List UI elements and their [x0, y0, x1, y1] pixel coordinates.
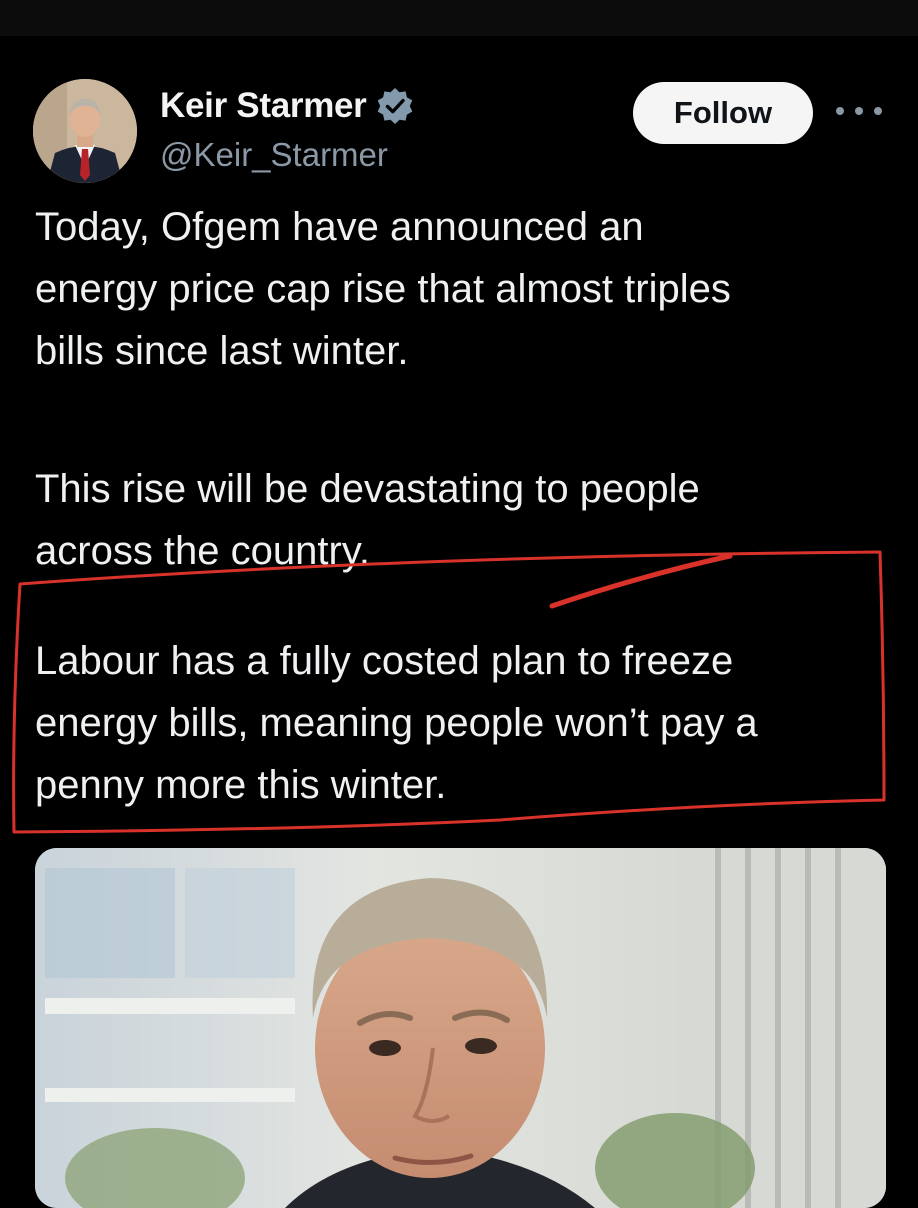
verified-badge-icon	[375, 86, 415, 126]
follow-button[interactable]: Follow	[633, 82, 813, 144]
author-handle[interactable]: @Keir_Starmer	[160, 136, 388, 174]
tweet-paragraph-2: This rise will be devastating to people …	[35, 467, 700, 573]
more-dot	[874, 107, 882, 115]
status-bar	[0, 0, 918, 36]
tweet-paragraph-3: Labour has a fully costed plan to freeze…	[35, 639, 758, 807]
author-name-row: Keir Starmer	[160, 86, 415, 126]
avatar[interactable]	[33, 79, 137, 183]
tweet-card: Keir Starmer @Keir_Starmer Follow Today,…	[0, 36, 918, 1208]
more-options-icon[interactable]	[836, 96, 882, 126]
display-name[interactable]: Keir Starmer	[160, 86, 367, 126]
more-dot	[855, 107, 863, 115]
tweet-paragraph-1: Today, Ofgem have announced an energy pr…	[35, 205, 731, 373]
tweet-media-photo[interactable]	[35, 848, 886, 1208]
more-dot	[836, 107, 844, 115]
